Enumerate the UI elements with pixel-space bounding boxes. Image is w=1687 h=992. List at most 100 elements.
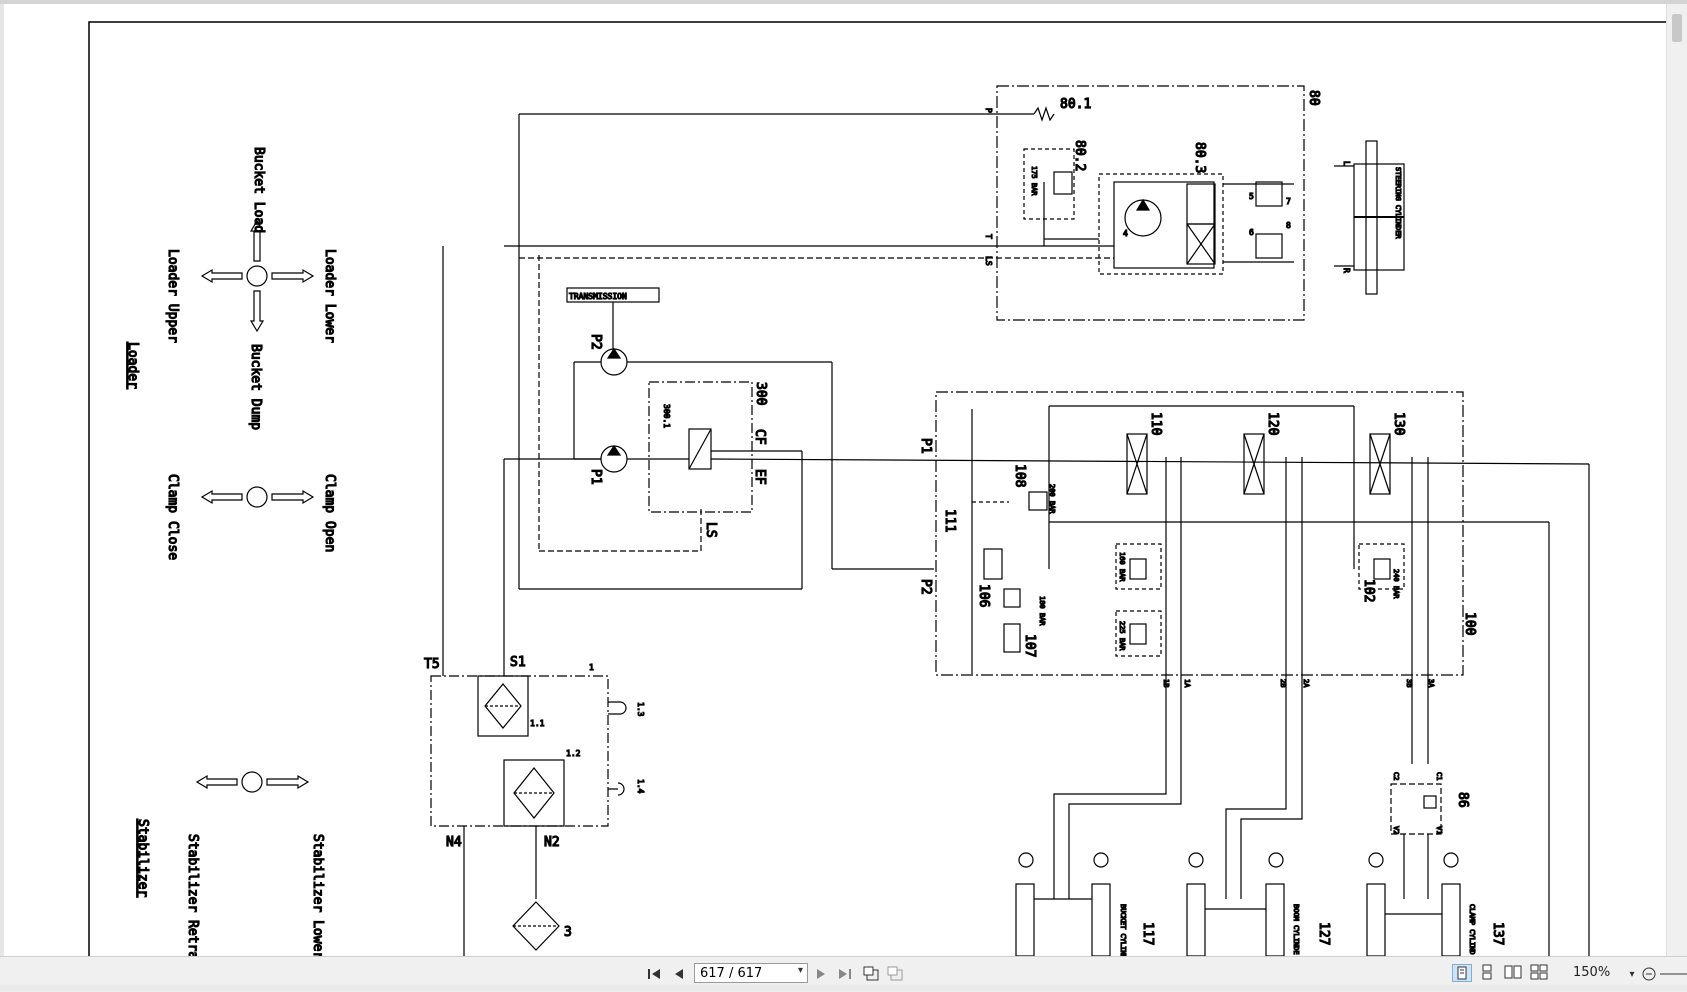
loader-title: Loader (125, 342, 140, 389)
svg-text:P1: P1 (918, 438, 933, 454)
svg-text:T: T (984, 234, 993, 239)
svg-text:8: 8 (1286, 221, 1291, 230)
facing-icon[interactable] (1504, 964, 1524, 982)
steering-unit-80: 80 80.1 P T LS 175 BAR 80.2 80.3 4 5 6 7… (504, 85, 1322, 321)
svg-text:R: R (1342, 268, 1351, 273)
steering-cylinder: STEERING CYLINDER L R (1334, 140, 1405, 295)
svg-text:P2: P2 (918, 579, 933, 595)
zoom-slider[interactable] (1660, 963, 1687, 985)
svg-text:300: 300 (753, 382, 768, 405)
status-strip (0, 985, 1687, 991)
svg-text:BOOM CYLINDE: BOOM CYLINDE (1292, 904, 1300, 955)
page-number-value: 617 / 617 (700, 965, 763, 981)
loader-lower-label: Loader Lower (322, 249, 337, 343)
svg-text:1.2: 1.2 (566, 749, 581, 758)
svg-text:CLAMP CYLIND: CLAMP CYLIND (1468, 904, 1476, 955)
svg-text:1A: 1A (1183, 679, 1191, 688)
clamp-close-label: Clamp Close (165, 474, 180, 560)
stabilizer-retract-label: Stabilizer Retract (185, 834, 200, 956)
pump-section: TRANSMISSION P2 P1 300 300.1 CF EF LS (442, 114, 1590, 676)
svg-text:2A: 2A (1302, 679, 1310, 688)
prev-view-icon[interactable] (862, 963, 882, 985)
svg-text:175 BAR: 175 BAR (1030, 166, 1038, 196)
svg-text:300.1: 300.1 (662, 404, 671, 428)
svg-text:C2: C2 (1392, 772, 1400, 780)
clamp-cylinder-137: CLAMP CYLIND 137 (1366, 852, 1506, 956)
pdf-viewer: Loader Bucket Load Bucket Dump Loader Up… (0, 0, 1687, 992)
valve-86: C2 C1 V2 V1 86 (1390, 771, 1471, 899)
next-page-icon[interactable] (812, 963, 830, 985)
svg-text:127: 127 (1316, 922, 1331, 945)
stabilizer-title: Stabilizer (135, 819, 150, 897)
svg-text:86: 86 (1455, 792, 1470, 808)
svg-text:107: 107 (1022, 634, 1037, 657)
zoom-out-icon[interactable] (1640, 963, 1658, 985)
svg-text:P: P (984, 108, 993, 113)
svg-text:160 BAR: 160 BAR (1118, 552, 1126, 582)
svg-text:120: 120 (1265, 412, 1280, 435)
svg-text:117: 117 (1140, 922, 1155, 945)
svg-text:S1: S1 (510, 655, 526, 670)
continuous-icon[interactable] (1478, 964, 1498, 982)
svg-text:7: 7 (1286, 197, 1291, 206)
svg-text:1.3: 1.3 (636, 702, 645, 717)
main-control-valve-100: 100 P1 P2 110 120 130 160 BAR 225 BAR 24… (917, 391, 1590, 956)
clamp-open-label: Clamp Open (322, 474, 337, 552)
bucket-dump-label: Bucket Dump (248, 344, 263, 430)
scroll-thumb[interactable] (1672, 14, 1682, 42)
loader-upper-label: Loader Upper (165, 249, 180, 343)
svg-text:4: 4 (1123, 229, 1128, 238)
single-page-icon[interactable] (1452, 964, 1472, 982)
svg-text:225 BAR: 225 BAR (1118, 621, 1126, 651)
svg-text:106: 106 (976, 584, 991, 607)
zoom-level[interactable]: 150% (1573, 965, 1610, 980)
page-number-input[interactable]: 617 / 617 ▾ (694, 963, 808, 983)
svg-text:V1: V1 (1435, 826, 1443, 834)
vertical-scrollbar[interactable] (1666, 4, 1687, 956)
next-view-icon[interactable] (886, 963, 906, 985)
svg-text:200 BAR: 200 BAR (1048, 484, 1056, 514)
svg-text:P2: P2 (588, 334, 603, 350)
svg-text:108: 108 (1012, 464, 1027, 487)
svg-text:STEERING CYLINDER: STEERING CYLINDER (1394, 167, 1402, 239)
svg-text:80.3: 80.3 (1192, 142, 1207, 173)
svg-text:100: 100 (1462, 612, 1477, 635)
svg-text:111: 111 (942, 509, 957, 532)
svg-text:5: 5 (1249, 192, 1254, 201)
cylinders: BUCKET CYLIND 117 BOOM CYLINDE 127 CLAMP… (1015, 852, 1506, 956)
svg-text:N2: N2 (544, 835, 560, 850)
svg-text:3: 3 (564, 925, 572, 940)
svg-text:1.1: 1.1 (530, 719, 545, 728)
filter-block-1: T5 S1 1 1.1 1.2 1.3 1.4 N4 N2 3 (423, 654, 646, 956)
svg-text:BUCKET CYLIND: BUCKET CYLIND (1119, 904, 1127, 956)
svg-text:V2: V2 (1392, 826, 1400, 834)
prev-page-icon[interactable] (670, 963, 688, 985)
bucket-cylinder-117: BUCKET CYLIND 117 (1015, 852, 1156, 956)
svg-text:180 BAR: 180 BAR (1038, 596, 1046, 626)
last-page-icon[interactable] (836, 963, 854, 985)
svg-text:N4: N4 (446, 835, 462, 850)
chevron-down-icon[interactable]: ▾ (798, 965, 803, 976)
bucket-load-label: Bucket Load (251, 147, 266, 233)
svg-text:1: 1 (589, 663, 594, 672)
svg-text:LS: LS (703, 522, 718, 538)
zoom-dropdown-icon[interactable]: ▾ (1626, 963, 1638, 985)
hydraulic-schematic: Loader Bucket Load Bucket Dump Loader Up… (88, 21, 1666, 956)
svg-text:130: 130 (1391, 412, 1406, 435)
first-page-icon[interactable] (645, 963, 663, 985)
svg-text:P1: P1 (588, 469, 603, 485)
svg-text:1.4: 1.4 (636, 779, 645, 794)
stabilizer-legend (195, 771, 310, 793)
document-page: Loader Bucket Load Bucket Dump Loader Up… (4, 4, 1666, 956)
svg-text:CF: CF (752, 429, 767, 445)
svg-text:102: 102 (1361, 579, 1376, 602)
svg-text:80.1: 80.1 (1060, 97, 1091, 112)
svg-text:137: 137 (1490, 922, 1505, 945)
svg-text:6: 6 (1249, 228, 1254, 237)
continuous-facing-icon[interactable] (1530, 964, 1550, 982)
svg-text:240 BAR: 240 BAR (1392, 569, 1400, 599)
svg-text:TRANSMISSION: TRANSMISSION (569, 292, 627, 301)
svg-text:110: 110 (1148, 412, 1163, 435)
svg-text:C1: C1 (1435, 772, 1443, 780)
boom-cylinder-127: BOOM CYLINDE 127 (1186, 852, 1332, 956)
